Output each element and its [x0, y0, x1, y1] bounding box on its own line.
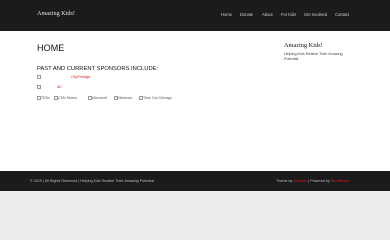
- sponsor-link-ak[interactable]: AK: [57, 85, 62, 89]
- theme-author-link[interactable]: Acosmin: [293, 179, 307, 183]
- sponsor-image-nintendo: Nintendo: [118, 96, 133, 100]
- sponsors-heading: PAST AND CURRENT SPONSORS INCLUDE:: [37, 66, 159, 72]
- sponsor-image-microsoft: Microsoft: [92, 96, 107, 100]
- sponsor-image-tedx: TEDx: [41, 96, 50, 100]
- footer-theme-prefix: Theme by: [276, 179, 293, 183]
- footer-copyright: © 2019 | All Rights Reserved | Helping K…: [30, 179, 155, 183]
- sponsor-link-cityprestige[interactable]: CityPrestige: [71, 75, 90, 79]
- nav-about[interactable]: About: [262, 12, 273, 17]
- nav-for-kids[interactable]: For Kids: [281, 12, 296, 17]
- nav-donate[interactable]: Donate: [240, 12, 253, 17]
- footer-powered-prefix: | Powered by: [308, 179, 330, 183]
- sponsor-image-time-out-chicago: Time Out Chicago: [143, 96, 172, 100]
- page: Amazing Kids! Home Donate About For Kids…: [0, 0, 390, 240]
- nav-contact[interactable]: Contact: [335, 12, 349, 17]
- footer-credits: Theme by Acosmin | Powered by WordPress: [276, 179, 349, 183]
- sponsor-image-csn-stores: CSN Stores: [58, 96, 77, 100]
- sidebar-title: Amazing Kids!: [284, 42, 323, 49]
- nav-get-involved[interactable]: Get Involved: [304, 12, 327, 17]
- sidebar-description: Helping Kids Realize Their Amazing Poten…: [284, 52, 343, 62]
- broken-image-icon[interactable]: [37, 85, 41, 89]
- wordpress-link[interactable]: WordPress: [331, 179, 349, 183]
- page-title: HOME: [37, 43, 65, 53]
- site-title[interactable]: Amazing Kids!: [37, 10, 75, 17]
- nav-home[interactable]: Home: [221, 12, 232, 17]
- site-header: Amazing Kids! Home Donate About For Kids…: [0, 0, 390, 31]
- broken-image-icon[interactable]: [37, 75, 41, 79]
